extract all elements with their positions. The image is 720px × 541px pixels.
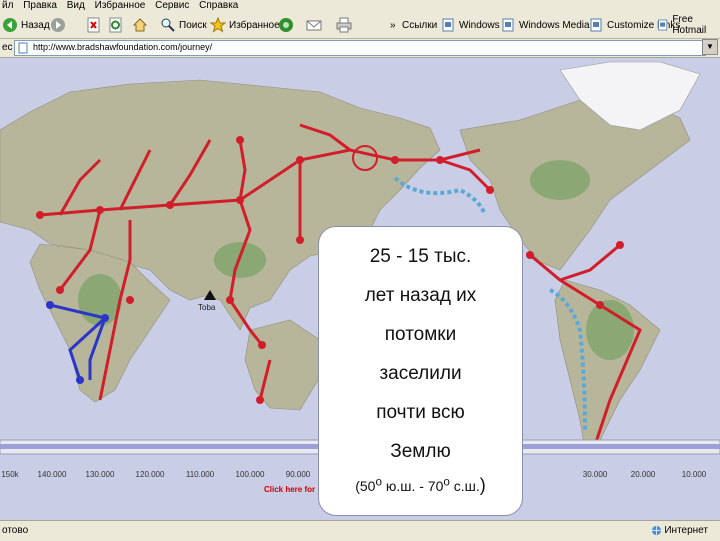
- status-bar: отово Интернет: [0, 520, 720, 541]
- media-icon: [279, 18, 293, 32]
- toba-label: Toba: [198, 303, 216, 312]
- timeline-label: 100.000: [235, 470, 265, 479]
- address-dropdown-button[interactable]: ▼: [702, 39, 718, 55]
- toolbar: Назад Поиск Избранное » Ссылки Windows W…: [0, 12, 720, 39]
- overlay-line: почти всю: [376, 402, 465, 423]
- status-zone: Интернет: [651, 525, 708, 536]
- timeline-label: 10.000: [681, 470, 707, 479]
- timeline-label: 110.000: [185, 470, 215, 479]
- search-icon: [161, 18, 175, 32]
- link-page-icon: [658, 19, 668, 31]
- info-overlay: 25 - 15 тыс. лет назад их потомки засели…: [318, 226, 523, 516]
- favorites-label: Избранное: [229, 19, 280, 31]
- link-windows[interactable]: Windows: [440, 16, 500, 34]
- search-label: Поиск: [179, 19, 207, 31]
- menu-view[interactable]: Вид: [65, 0, 90, 12]
- forward-button[interactable]: [50, 16, 66, 34]
- address-input[interactable]: http://www.bradshawfoundation.com/journe…: [14, 40, 706, 56]
- globe-icon: [651, 525, 661, 536]
- address-label: ес: [2, 42, 13, 53]
- refresh-button[interactable]: [108, 16, 124, 34]
- timeline-label: 90.000: [285, 470, 311, 479]
- status-text: отово: [2, 525, 29, 536]
- overlay-line: 25 - 15 тыс.: [369, 246, 472, 267]
- link-hotmail[interactable]: Free Hotmail: [656, 14, 720, 36]
- menu-favorites[interactable]: Избранное: [93, 0, 151, 12]
- printer-icon: [336, 17, 352, 33]
- link-windows-media[interactable]: Windows Media: [500, 16, 590, 34]
- media-button[interactable]: [278, 16, 294, 34]
- more-buttons[interactable]: »: [390, 16, 396, 34]
- address-url: http://www.bradshawfoundation.com/journe…: [33, 42, 213, 52]
- timeline-label: 20.000: [630, 470, 656, 479]
- link-page-icon: [590, 18, 602, 32]
- overlay-line: заселили: [379, 363, 462, 384]
- menu-tools[interactable]: Сервис: [153, 0, 194, 12]
- back-button[interactable]: Назад: [2, 16, 50, 34]
- overlay-line: потомки: [384, 324, 457, 345]
- forward-arrow-icon: [51, 18, 65, 32]
- timeline-label: 150k: [1, 470, 19, 479]
- timeline-label: 120.000: [135, 470, 165, 479]
- stop-icon: [87, 17, 100, 33]
- menu-edit[interactable]: Правка: [21, 0, 62, 12]
- link-page-icon: [442, 18, 454, 32]
- search-button[interactable]: Поиск: [160, 16, 207, 34]
- address-bar: ес http://www.bradshawfoundation.com/jou…: [0, 39, 720, 58]
- click-here-link[interactable]: Click here for: [264, 485, 315, 494]
- link-page-icon: [502, 18, 514, 32]
- timeline-label: 30.000: [582, 470, 608, 479]
- latitude-range: (50о ю.ш. - 70о с.ш.): [355, 475, 486, 495]
- refresh-icon: [109, 17, 122, 33]
- chevron-more-icon: »: [390, 19, 396, 31]
- mail-button[interactable]: [306, 16, 322, 34]
- home-icon: [132, 18, 148, 32]
- back-arrow-icon: [3, 18, 17, 32]
- page-icon: [18, 42, 28, 54]
- print-button[interactable]: [336, 16, 352, 34]
- favorites-button[interactable]: Избранное: [210, 16, 280, 34]
- overlay-line: лет назад их: [364, 285, 477, 306]
- timeline-label: 130.000: [85, 470, 115, 479]
- menu-bar: йл Правка Вид Избранное Сервис Справка: [0, 0, 720, 12]
- mail-icon: [306, 20, 322, 31]
- stop-button[interactable]: [86, 16, 102, 34]
- menu-file[interactable]: йл: [0, 0, 18, 12]
- timeline-label: 140.000: [37, 470, 67, 479]
- back-label: Назад: [21, 19, 50, 31]
- overlay-line: Землю: [390, 441, 451, 462]
- menu-help[interactable]: Справка: [197, 0, 243, 12]
- links-label[interactable]: Ссылки: [402, 16, 437, 34]
- home-button[interactable]: [132, 16, 148, 34]
- star-icon: [210, 17, 226, 33]
